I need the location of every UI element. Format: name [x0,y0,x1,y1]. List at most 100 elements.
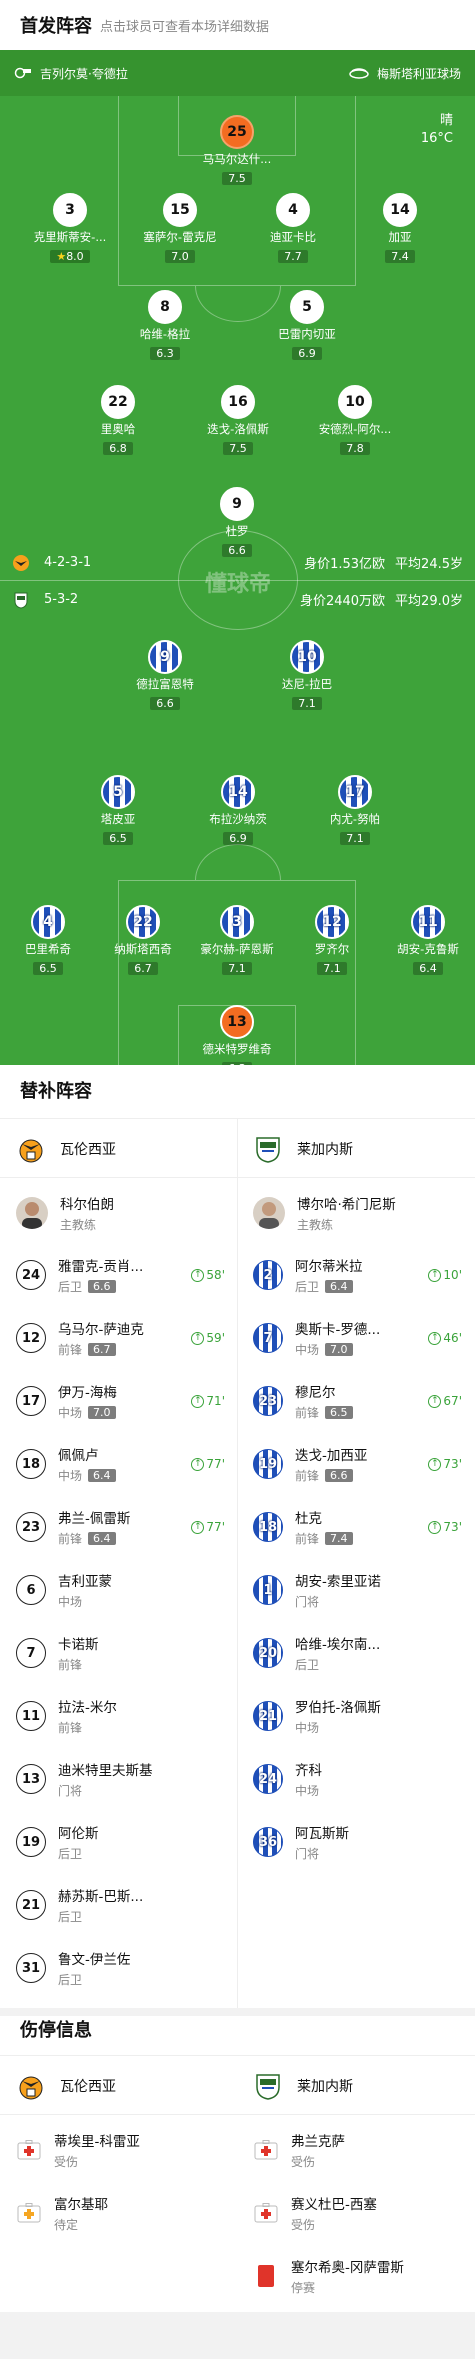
sub-rating: 7.0 [88,1406,116,1419]
rating-value: 7.1 [298,697,316,710]
home-player[interactable]: 4 迪亚卡比 7.7 [238,193,348,264]
away-player[interactable]: 13 德米特罗维奇 6.3 [182,1005,292,1065]
subs-title: 替补阵容 [20,1081,92,1102]
away-player-rating: 7.1 [340,832,370,845]
home-injury-row[interactable]: 蒂埃里-科雷亚 受伤 [0,2119,237,2181]
home-sub-row[interactable]: 17 伊万-海梅 中场 7.0 ↑ 71' [0,1370,237,1432]
home-sub-row[interactable]: 7 卡诺斯 前锋 [0,1622,237,1684]
sub-info: 迭戈-加西亚 前锋 6.6 [295,1444,367,1484]
home-player-name: 马马尔达什... [202,152,272,166]
sub-number: 12 [16,1323,46,1353]
subs-home-team[interactable]: 瓦伦西亚 [0,1119,237,1179]
away-sub-row[interactable]: 2 阿尔蒂米拉 后卫 6.4 ↑ 10' [237,1244,474,1306]
away-player[interactable]: 9 德拉富恩特 6.6 [110,640,220,711]
rating-value: 7.0 [171,250,189,263]
sub-rating: 6.5 [325,1406,353,1419]
away-player[interactable]: 11 胡安-克鲁斯 6.4 [373,905,475,976]
away-injury-row[interactable]: 塞尔希奥-冈萨雷斯 停赛 [237,2245,474,2307]
rating-value: 6.5 [39,962,57,975]
sub-info: 齐科 中场 [295,1759,322,1799]
home-sub-row[interactable]: 13 迪米特里夫斯基 门将 [0,1748,237,1810]
away-sub-row[interactable]: 24 齐科 中场 [237,1748,474,1810]
injuries-away-team[interactable]: 莱加内斯 [237,2056,474,2116]
home-player-rating: 7.5 [223,442,253,455]
away-player-number: 14 [221,775,255,809]
sub-number: 21 [253,1701,283,1731]
away-player-number: 9 [148,640,182,674]
subs-away-team[interactable]: 莱加内斯 [237,1119,474,1179]
sub-name: 拉法-米尔 [58,1700,117,1716]
home-player[interactable]: 25 马马尔达什... 7.5 [182,115,292,186]
away-coach-name: 博尔哈·希门尼斯 [297,1197,396,1213]
away-sub-row[interactable]: 18 杜克 前锋 7.4 ↑ 73' [237,1496,474,1558]
away-sub-row[interactable]: 19 迭戈-加西亚 前锋 6.6 ↑ 73' [237,1433,474,1495]
home-player[interactable]: 5 巴雷内切亚 6.9 [252,290,362,361]
sub-number: 13 [16,1764,46,1794]
home-player[interactable]: 14 加亚 7.4 [345,193,455,264]
home-player[interactable]: 9 杜罗 6.6 [182,487,292,558]
away-coach[interactable]: 博尔哈·希门尼斯 主教练 [237,1182,474,1244]
sub-in-indicator: ↑ 59' [191,1331,225,1345]
away-sub-row[interactable]: 21 罗伯托-洛佩斯 中场 [237,1685,474,1747]
home-sub-row[interactable]: 19 阿伦斯 后卫 [0,1811,237,1873]
injury-icon [253,2200,279,2226]
home-sub-row[interactable]: 6 吉利亚蒙 中场 [0,1559,237,1621]
home-player[interactable]: 22 里奥哈 6.8 [63,385,173,456]
away-player-number: 17 [338,775,372,809]
home-player[interactable]: 15 塞萨尔-雷克尼 7.0 [125,193,235,264]
home-coach[interactable]: 科尔伯朗 主教练 [0,1182,237,1244]
rating-value: 6.5 [109,832,127,845]
home-player[interactable]: 3 克里斯蒂安-... ★8.0 [15,193,125,264]
home-player-number: 10 [338,385,372,419]
away-player-name: 布拉沙纳茨 [209,812,267,826]
away-player[interactable]: 5 塔皮亚 6.5 [63,775,173,846]
away-sub-row[interactable]: 20 哈维-埃尔南... 后卫 [237,1622,474,1684]
sub-in-indicator: ↑ 67' [428,1394,462,1408]
home-sub-row[interactable]: 23 弗兰-佩雷斯 前锋 6.4 ↑ 77' [0,1496,237,1558]
sub-position-line: 门将 [295,1845,349,1862]
away-player-name: 塔皮亚 [100,812,136,826]
home-value: 身价1.53亿欧 [304,557,386,572]
weather-text: 晴 [439,113,453,128]
away-sub-row[interactable]: 23 穆尼尔 前锋 6.5 ↑ 67' [237,1370,474,1432]
home-sub-row[interactable]: 18 佩佩卢 中场 6.4 ↑ 77' [0,1433,237,1495]
away-player[interactable]: 12 罗齐尔 7.1 [277,905,387,976]
away-sub-row[interactable]: 7 奥斯卡-罗德... 中场 7.0 ↑ 46' [237,1307,474,1369]
home-injury-row[interactable]: 富尔基耶 待定 [0,2182,237,2244]
injury-status: 受伤 [291,2155,316,2169]
home-player[interactable]: 10 安德烈-阿尔... 7.8 [300,385,410,456]
red-card-icon [253,2263,279,2289]
away-player-rating: 6.4 [413,962,443,975]
sub-info: 雅雷克-贡肖... 后卫 6.6 [58,1255,143,1295]
away-player[interactable]: 14 布拉沙纳茨 6.9 [183,775,293,846]
home-player[interactable]: 8 哈维-格拉 6.3 [110,290,220,361]
away-player[interactable]: 3 豪尔赫-萨恩斯 7.1 [182,905,292,976]
sub-position: 前锋 [295,1469,320,1483]
away-player[interactable]: 17 内尤-努帕 7.1 [300,775,410,846]
sub-rating: 6.4 [88,1532,116,1545]
sub-number: 20 [253,1638,283,1668]
sub-info: 杜克 前锋 7.4 [295,1507,353,1547]
away-sub-row[interactable]: 36 阿瓦斯斯 门将 [237,1811,474,1873]
sub-number: 23 [16,1512,46,1542]
away-injury-row[interactable]: 弗兰克萨 受伤 [237,2119,474,2181]
away-sub-row[interactable]: 1 胡安-索里亚诺 门将 [237,1559,474,1621]
rating-value: 6.4 [419,962,437,975]
sub-info: 奥斯卡-罗德... 中场 7.0 [295,1318,380,1358]
home-sub-row[interactable]: 24 雅雷克-贡肖... 后卫 6.6 ↑ 58' [0,1244,237,1306]
home-sub-row[interactable]: 12 乌马尔-萨迪克 前锋 6.7 ↑ 59' [0,1307,237,1369]
home-player[interactable]: 16 迭戈-洛佩斯 7.5 [183,385,293,456]
home-player-number: 22 [101,385,135,419]
injuries-home-team[interactable]: 瓦伦西亚 [0,2056,237,2116]
sub-position: 中场 [58,1406,83,1420]
sub-name: 伊万-海梅 [58,1385,117,1401]
home-sub-row[interactable]: 21 赫苏斯-巴斯... 后卫 [0,1874,237,1936]
home-sub-row[interactable]: 11 拉法-米尔 前锋 [0,1685,237,1747]
away-player-rating: 6.6 [150,697,180,710]
away-player[interactable]: 10 达尼-拉巴 7.1 [252,640,362,711]
injury-player-name: 赛义杜巴-西塞 [291,2197,377,2213]
home-sub-row[interactable]: 31 鲁文-伊兰佐 后卫 [0,1937,237,1999]
sub-info: 伊万-海梅中场 7.0 [58,1381,117,1421]
sub-position: 中场 [295,1784,320,1798]
away-injury-row[interactable]: 赛义杜巴-西塞 受伤 [237,2182,474,2244]
